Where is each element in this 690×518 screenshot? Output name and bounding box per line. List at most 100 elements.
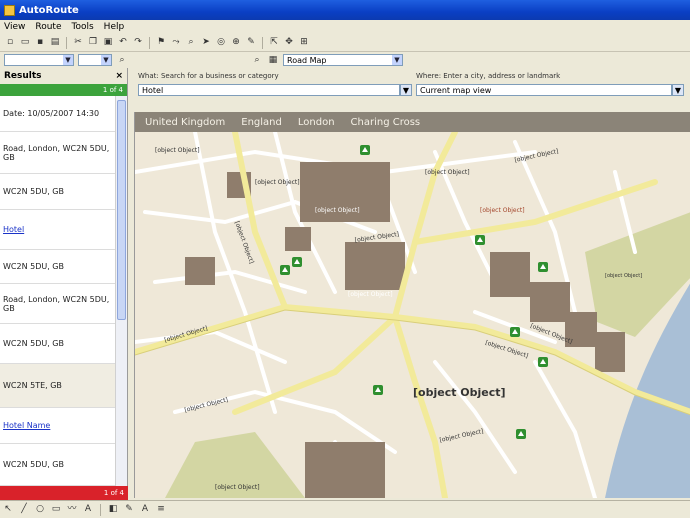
hotel-pushpin-icon[interactable] — [516, 429, 526, 439]
hotel-pushpin-icon[interactable] — [373, 385, 383, 395]
map-style-icon[interactable]: ▦ — [267, 54, 279, 66]
select-icon[interactable]: ⇱ — [268, 37, 280, 49]
find-icon[interactable]: ⌕ — [185, 37, 197, 49]
hotel-pushpin-icon[interactable] — [538, 357, 548, 367]
text-icon[interactable]: A — [82, 504, 94, 516]
circle-icon[interactable]: ○ — [34, 504, 46, 516]
breadcrumb-region[interactable]: England — [241, 117, 282, 128]
result-list-item[interactable]: Hotel Name — [0, 408, 116, 444]
hotel-pushpin-icon[interactable] — [360, 145, 370, 155]
new-icon[interactable]: ▫ — [4, 37, 16, 49]
where-input[interactable]: Current map view — [416, 84, 672, 96]
map-style-value: Road Map — [287, 55, 327, 65]
drawing-toolbar: ↖ ╱ ○ ▭ 〰 A ◧ ✎ A ≡ — [0, 500, 690, 518]
route-icon[interactable]: ⤳ — [170, 37, 182, 49]
directions-icon[interactable]: ➤ — [200, 37, 212, 49]
undo-icon[interactable]: ↶ — [117, 37, 129, 49]
result-text: Date: 10/05/2007 14:30 — [3, 109, 100, 118]
hotel-pushpin-icon[interactable] — [280, 265, 290, 275]
results-scrollbar[interactable] — [115, 96, 127, 486]
result-text: WC2N 5TE, GB — [3, 381, 62, 390]
scroll-thumb[interactable] — [117, 100, 126, 320]
pointer-icon[interactable]: ↖ — [2, 504, 14, 516]
result-text: Road, London, WC2N 5DU, GB — [3, 143, 110, 162]
pan-icon[interactable]: ✥ — [283, 37, 295, 49]
chevron-down-icon[interactable]: ▼ — [101, 55, 111, 65]
gps-icon[interactable]: ◎ — [215, 37, 227, 49]
building-trafalgar — [345, 242, 405, 290]
menu-tools[interactable]: Tools — [72, 22, 94, 32]
result-list-item[interactable]: Road, London, WC2N 5DU, GB — [0, 132, 116, 174]
draw-icon[interactable]: ✎ — [245, 37, 257, 49]
freeform-icon[interactable]: 〰 — [66, 504, 78, 516]
main-toolbar: ▫ ▭ ▪ ▤ ✂ ❐ ▣ ↶ ↷ ⚑ ⤳ ⌕ ➤ ◎ ⊕ ✎ ⇱ ✥ ⊞ — [0, 34, 690, 52]
line-style-icon[interactable]: ≡ — [155, 504, 167, 516]
secondary-toolbar: ▼ ▼ ⌕ ⌕ ▦ Road Map ▼ — [0, 52, 690, 68]
open-icon[interactable]: ▭ — [19, 37, 31, 49]
close-icon[interactable]: × — [115, 71, 123, 81]
print-icon[interactable]: ▤ — [49, 37, 61, 49]
result-list-item[interactable]: Hotel — [0, 210, 116, 250]
hotel-pushpin-icon[interactable] — [510, 327, 520, 337]
label-coventry-street: [object Object] — [255, 179, 300, 186]
result-list-item[interactable]: WC2N 5DU, GB — [0, 174, 116, 210]
what-input-value: Hotel — [142, 85, 164, 95]
search-area: What: Search for a business or category … — [134, 70, 690, 104]
result-text: Road, London, WC2N 5DU, GB — [3, 294, 110, 313]
cut-icon[interactable]: ✂ — [72, 37, 84, 49]
hotel-pushpin-icon[interactable] — [292, 257, 302, 267]
menu-help[interactable]: Help — [104, 22, 125, 32]
result-list-item[interactable]: WC2N 5DU, GB — [0, 324, 116, 364]
hotel-pushpin-icon[interactable] — [538, 262, 548, 272]
breadcrumb-city[interactable]: London — [298, 117, 335, 128]
label-embankment-gardens: [object Object] — [605, 273, 642, 279]
menu-route[interactable]: Route — [35, 22, 61, 32]
result-list-item[interactable]: Road, London, WC2N 5DU, GB — [0, 284, 116, 324]
window-title: AutoRoute — [19, 4, 79, 16]
menu-view[interactable]: View — [4, 22, 25, 32]
line-color-icon[interactable]: ✎ — [123, 504, 135, 516]
what-label: What: Search for a business or category — [138, 72, 279, 80]
what-dropdown-button[interactable]: ▼ — [400, 84, 412, 96]
hotel-pushpin-icon[interactable] — [475, 235, 485, 245]
save-icon[interactable]: ▪ — [34, 37, 46, 49]
line-icon[interactable]: ╱ — [18, 504, 30, 516]
pushpin-icon[interactable]: ⚑ — [155, 37, 167, 49]
result-list-item[interactable]: WC2N 5TE, GB — [0, 364, 116, 408]
copy-icon[interactable]: ❐ — [87, 37, 99, 49]
what-input[interactable]: Hotel — [138, 84, 400, 96]
results-title: Results — [4, 71, 42, 81]
where-input-value: Current map view — [420, 85, 492, 95]
where-label: Where: Enter a city, address or landmark — [416, 72, 561, 80]
chevron-down-icon[interactable]: ▼ — [63, 55, 73, 65]
label-national-gallery: [object Object] — [315, 207, 360, 214]
chevron-down-icon[interactable]: ▼ — [392, 55, 402, 65]
map-canvas[interactable]: [object Object] [object Object] [object … — [135, 112, 690, 498]
map-style-combo[interactable]: Road Map ▼ — [283, 54, 403, 66]
building-block — [185, 257, 215, 285]
result-list-item[interactable]: WC2N 5DU, GB — [0, 250, 116, 284]
result-list-item[interactable]: WC2N 5DU, GB — [0, 444, 116, 486]
route-combo[interactable]: ▼ — [4, 54, 74, 66]
search-icon[interactable]: ⌕ — [116, 54, 128, 66]
building-block — [285, 227, 311, 251]
map-view[interactable]: United Kingdom England London Charing Cr… — [134, 112, 690, 498]
result-list-item[interactable]: Date: 10/05/2007 14:30 — [0, 96, 116, 132]
toolbar-separator — [262, 36, 263, 49]
where-dropdown-button[interactable]: ▼ — [672, 84, 684, 96]
toolbar-separator — [100, 503, 101, 516]
redo-icon[interactable]: ↷ — [132, 37, 144, 49]
result-link[interactable]: Hotel — [3, 225, 24, 234]
result-text: WC2N 5DU, GB — [3, 339, 64, 348]
nearby-icon[interactable]: ⊕ — [230, 37, 242, 49]
font-color-icon[interactable]: A — [139, 504, 151, 516]
breadcrumb-area[interactable]: Charing Cross — [351, 117, 421, 128]
rectangle-icon[interactable]: ▭ — [50, 504, 62, 516]
zoom-icon[interactable]: ⊞ — [298, 37, 310, 49]
paste-icon[interactable]: ▣ — [102, 37, 114, 49]
zoom-combo[interactable]: ▼ — [78, 54, 112, 66]
breadcrumb-country[interactable]: United Kingdom — [145, 117, 225, 128]
magnify-icon[interactable]: ⌕ — [251, 54, 263, 66]
fill-color-icon[interactable]: ◧ — [107, 504, 119, 516]
result-link[interactable]: Hotel Name — [3, 421, 50, 430]
